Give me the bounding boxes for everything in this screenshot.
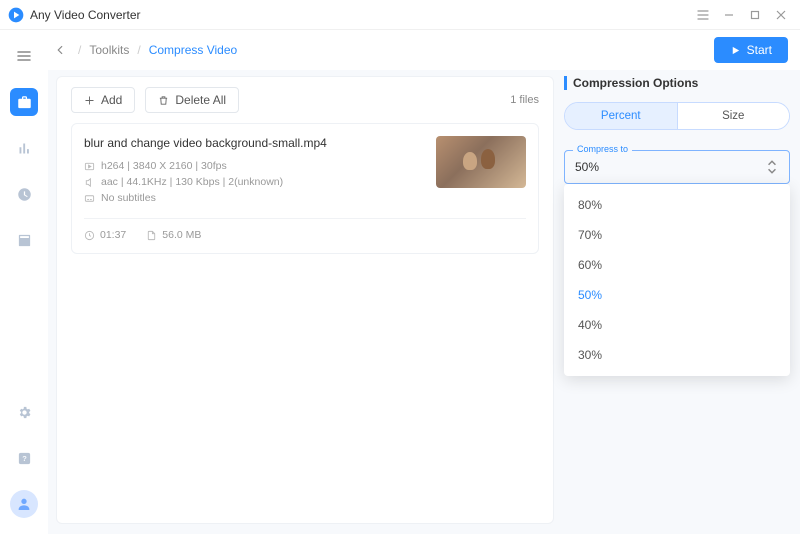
dropdown-item-selected[interactable]: 50% <box>564 280 790 310</box>
file-card[interactable]: blur and change video background-small.m… <box>71 123 539 254</box>
document-icon <box>146 230 157 241</box>
video-icon <box>84 161 95 172</box>
breadcrumb: / Toolkits / Compress Video <box>50 40 237 60</box>
plus-icon <box>84 95 95 106</box>
minimize-icon[interactable] <box>718 4 740 26</box>
divider <box>84 218 526 219</box>
file-toolbar: Add Delete All 1 files <box>71 87 539 113</box>
breadcrumb-sep: / <box>78 43 81 57</box>
dropdown-item[interactable]: 40% <box>564 310 790 340</box>
user-avatar[interactable] <box>10 490 38 518</box>
compress-to-field[interactable]: Compress to 50% <box>564 150 790 184</box>
breadcrumb-parent[interactable]: Toolkits <box>89 43 129 57</box>
nav-history[interactable] <box>10 180 38 208</box>
toolbar: / Toolkits / Compress Video Start <box>0 30 800 70</box>
file-count: 1 files <box>510 94 539 106</box>
help-icon[interactable]: ? <box>10 444 38 472</box>
tab-percent[interactable]: Percent <box>565 103 678 129</box>
compress-to-value: 50% <box>575 160 599 174</box>
options-title: Compression Options <box>564 76 790 90</box>
video-meta: h264 | 3840 X 2160 | 30fps <box>84 160 424 172</box>
compress-to-label: Compress to <box>573 144 632 154</box>
nav-toolkits[interactable] <box>10 88 38 116</box>
trash-icon <box>158 95 169 106</box>
dropdown-item[interactable]: 60% <box>564 250 790 280</box>
nav-library[interactable] <box>10 226 38 254</box>
titlebar-left: Any Video Converter <box>8 7 141 23</box>
sidebar: ? <box>0 30 48 534</box>
delete-all-label: Delete All <box>175 93 226 107</box>
subtitle-icon <box>84 193 95 204</box>
mode-toggle: Percent Size <box>564 102 790 130</box>
delete-all-button[interactable]: Delete All <box>145 87 239 113</box>
file-name: blur and change video background-small.m… <box>84 136 424 150</box>
file-panel: Add Delete All 1 files blur and change v… <box>56 76 554 524</box>
breadcrumb-sep: / <box>137 43 140 57</box>
hamburger-icon[interactable] <box>10 42 38 70</box>
window-controls <box>692 4 792 26</box>
clock-icon <box>84 230 95 241</box>
app-logo-icon <box>8 7 24 23</box>
compression-options-panel: Compression Options Percent Size Compres… <box>564 76 790 524</box>
breadcrumb-current: Compress Video <box>149 43 238 57</box>
start-button[interactable]: Start <box>714 37 788 63</box>
dropdown-item[interactable]: 80% <box>564 190 790 220</box>
settings-icon[interactable] <box>10 398 38 426</box>
dropdown-item[interactable]: 30% <box>564 340 790 370</box>
nav-stats[interactable] <box>10 134 38 162</box>
audio-meta: aac | 44.1KHz | 130 Kbps | 2(unknown) <box>84 176 424 188</box>
title-bar: Any Video Converter <box>0 0 800 30</box>
add-label: Add <box>101 93 122 107</box>
tab-size[interactable]: Size <box>678 103 790 129</box>
main-area: Add Delete All 1 files blur and change v… <box>48 70 800 534</box>
svg-text:?: ? <box>22 454 27 463</box>
app-name: Any Video Converter <box>30 8 141 22</box>
dropdown-item[interactable]: 70% <box>564 220 790 250</box>
back-icon[interactable] <box>50 40 70 60</box>
audio-icon <box>84 177 95 188</box>
stepper-icon[interactable] <box>765 159 779 175</box>
close-icon[interactable] <box>770 4 792 26</box>
file-duration: 01:37 <box>84 229 126 241</box>
add-button[interactable]: Add <box>71 87 135 113</box>
subtitle-meta: No subtitles <box>84 192 424 204</box>
menu-icon[interactable] <box>692 4 714 26</box>
video-thumbnail <box>436 136 526 188</box>
play-icon <box>730 45 741 56</box>
maximize-icon[interactable] <box>744 4 766 26</box>
file-size: 56.0 MB <box>146 229 201 241</box>
percent-dropdown: 80% 70% 60% 50% 40% 30% <box>564 184 790 376</box>
start-label: Start <box>747 43 772 57</box>
